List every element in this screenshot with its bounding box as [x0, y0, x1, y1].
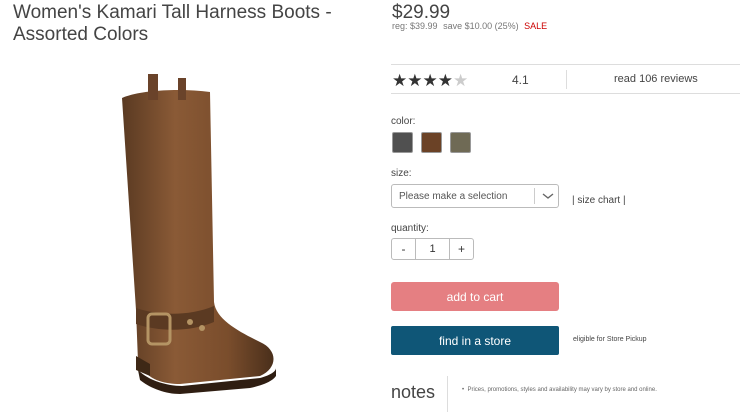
boot-image: [122, 74, 276, 394]
divider: [447, 376, 448, 412]
size-label: size:: [391, 168, 412, 179]
quantity-value[interactable]: 1: [416, 239, 449, 259]
star-icon: ★: [407, 71, 423, 90]
quantity-decrease-button[interactable]: -: [392, 239, 416, 259]
sale-badge: SALE: [524, 21, 548, 31]
color-swatch-brown[interactable]: [421, 132, 442, 153]
size-select[interactable]: Please make a selection: [391, 184, 559, 208]
chevron-down-icon: [542, 193, 554, 199]
size-placeholder: Please make a selection: [399, 191, 508, 202]
rating-value: 4.1: [512, 73, 529, 87]
notes-heading: notes: [391, 382, 436, 402]
quantity-stepper[interactable]: - 1 +: [391, 238, 474, 260]
star-icon: ★: [437, 71, 453, 90]
color-swatch-dark-gray[interactable]: [392, 132, 413, 153]
size-chart-link[interactable]: | size chart |: [572, 195, 626, 206]
regular-price: reg: $39.99: [392, 21, 438, 31]
color-swatch-olive[interactable]: [450, 132, 471, 153]
store-pickup-note: eligible for Store Pickup: [573, 336, 647, 343]
divider: [566, 70, 567, 89]
rating-row: ★★★★★ 4.1 read 106 reviews: [391, 64, 740, 94]
quantity-increase-button[interactable]: +: [449, 239, 473, 259]
notes-item: • Prices, promotions, styles and availab…: [462, 387, 657, 393]
read-reviews-link[interactable]: read 106 reviews: [614, 73, 698, 85]
size-chart-label[interactable]: size chart: [577, 195, 620, 206]
star-empty-icon: ★: [453, 71, 469, 90]
notes-text: Prices, promotions, styles and availabil…: [467, 387, 657, 393]
divider: [534, 188, 535, 204]
product-title: Women's Kamari Tall Harness Boots - Asso…: [13, 2, 332, 45]
color-label: color:: [391, 116, 416, 127]
quantity-label: quantity:: [391, 223, 429, 234]
find-in-store-button[interactable]: find in a store: [391, 326, 559, 355]
add-to-cart-button[interactable]: add to cart: [391, 282, 559, 311]
star-rating: ★★★★★: [392, 71, 468, 91]
price-details: reg: $39.99 save $10.00 (25%) SALE: [392, 21, 550, 31]
savings: save $10.00 (25%): [443, 21, 519, 31]
star-icon: ★: [392, 71, 408, 90]
star-icon: ★: [422, 71, 438, 90]
